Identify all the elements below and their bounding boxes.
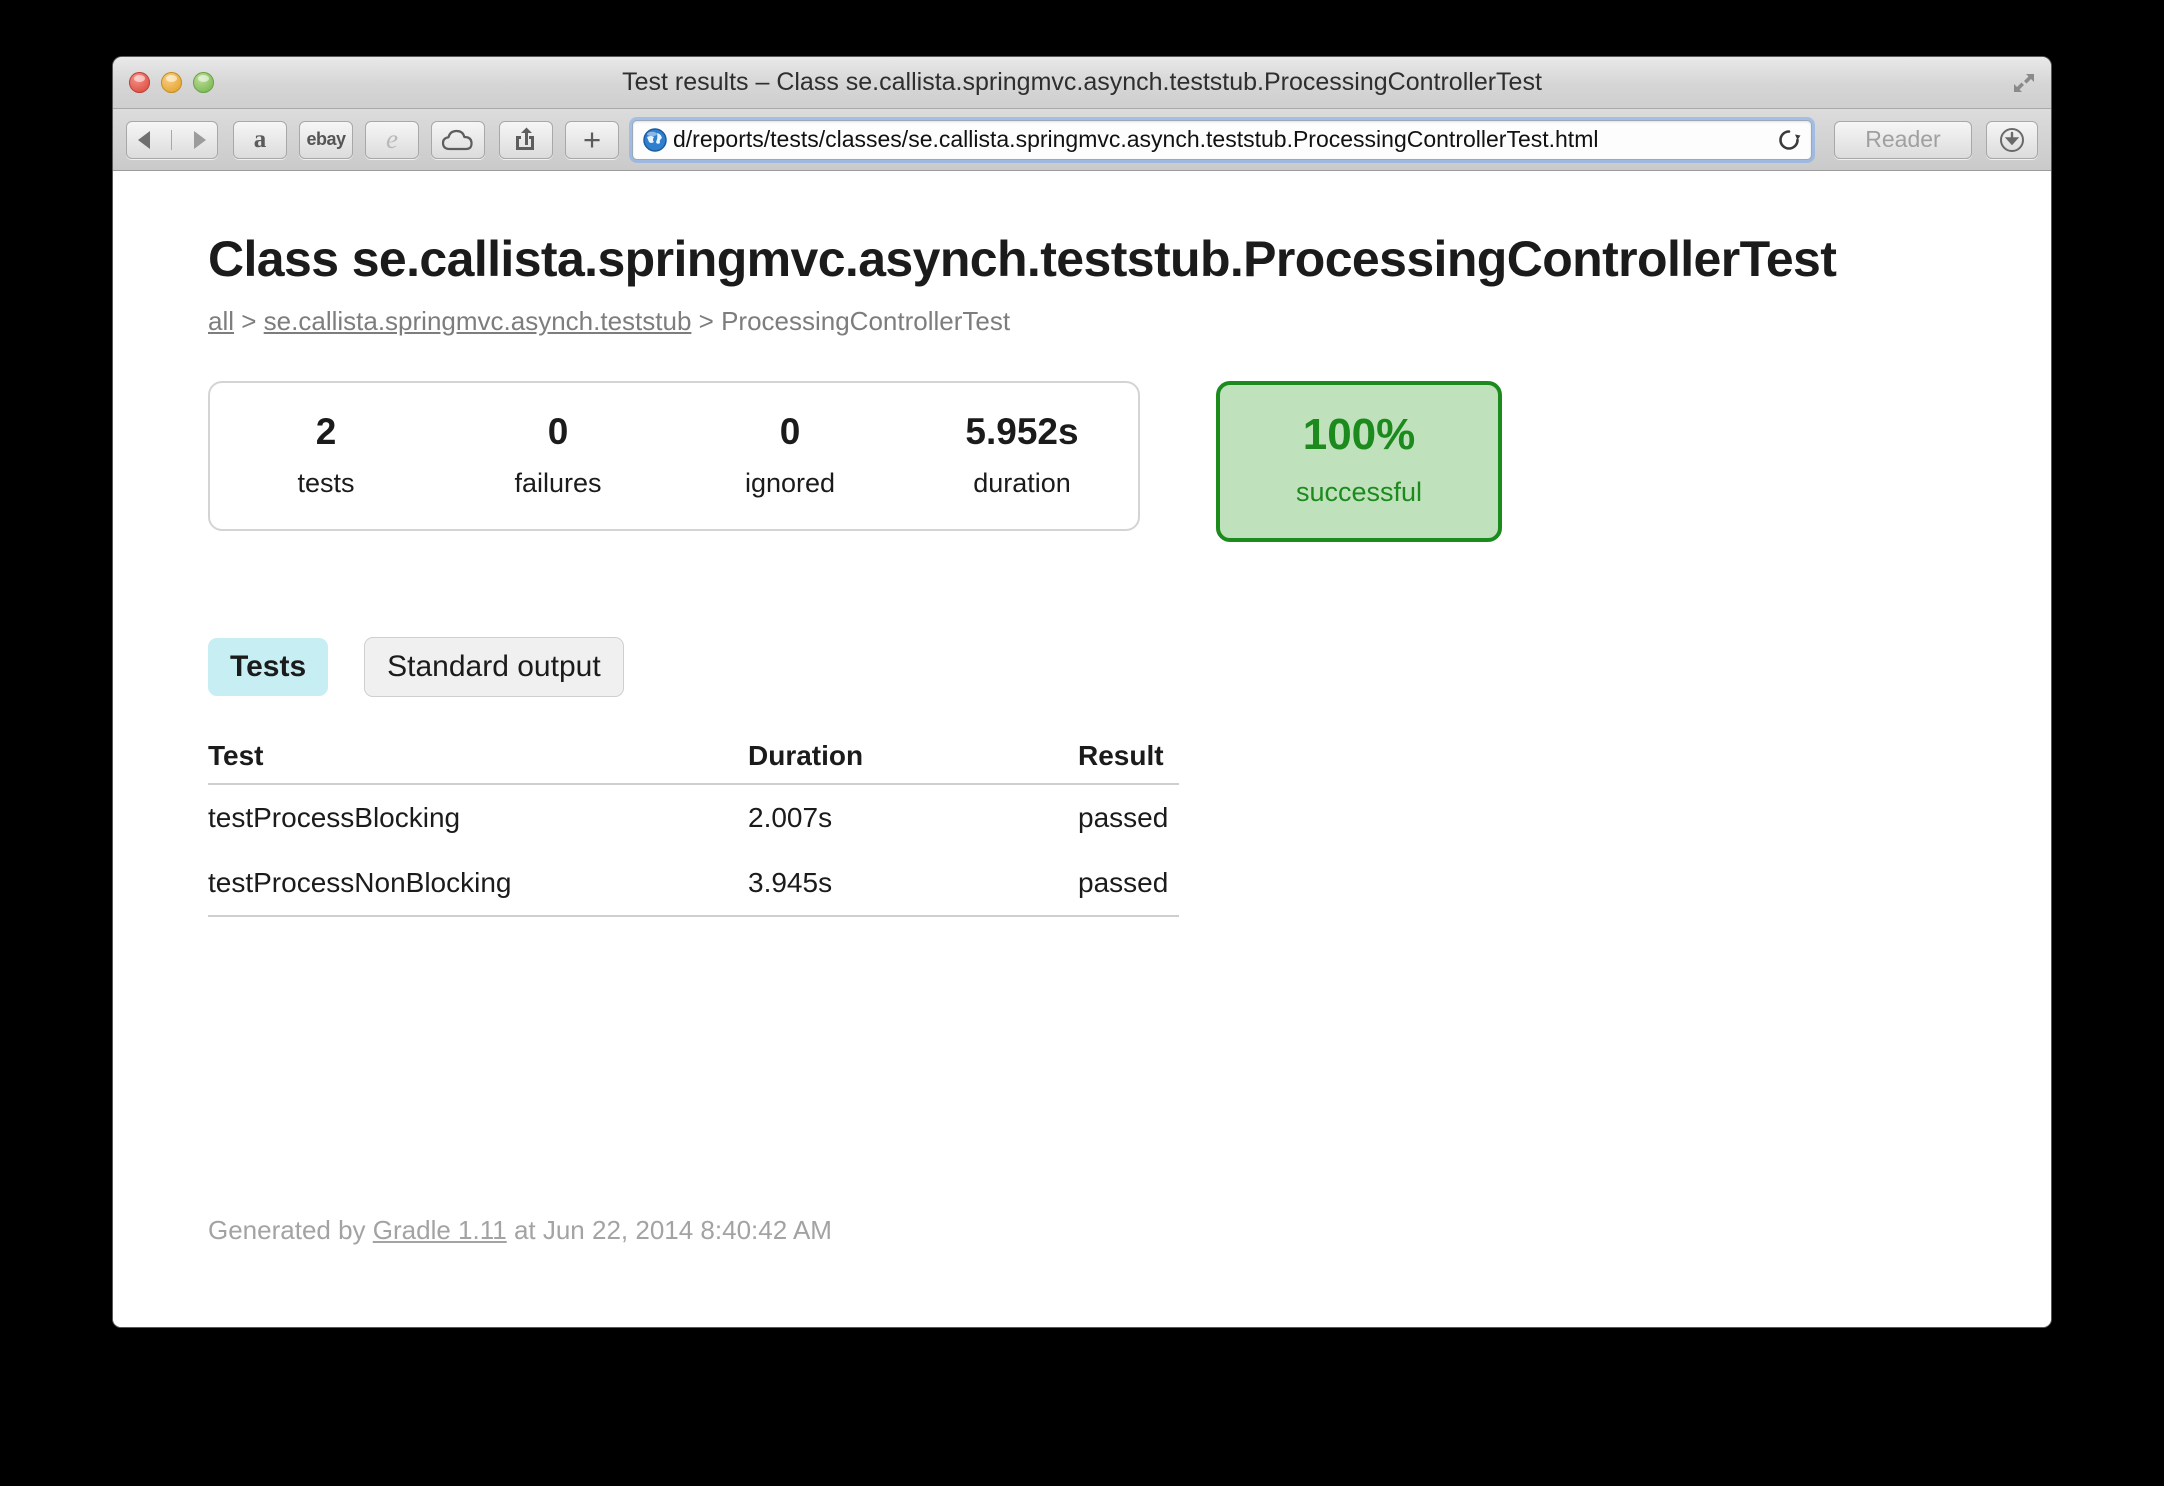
forward-arrow-icon[interactable] [194,130,207,149]
download-icon [2000,127,2024,152]
status-badge: 100% successful [1216,380,1502,542]
page-title: Class se.callista.springmvc.asynch.tests… [208,231,1837,287]
badge-percentage: 100% [1302,409,1416,459]
column-header-result: Result [1078,739,1179,785]
summary-box: 2 tests 0 failures 0 ignored 5.952s dura… [208,380,1140,531]
cell-test-name: testProcessBlocking [208,801,461,833]
summary-label-duration: duration [973,467,1071,498]
bookmark-amazon[interactable]: a [233,120,287,159]
tab-standard-output[interactable]: Standard output [364,636,624,697]
table-header-row: Test Duration Result [208,739,1179,785]
breadcrumb-link-all[interactable]: all [208,306,234,336]
bookmark-icloud[interactable] [431,120,485,159]
table-row: testProcessBlocking 2.007s passed [208,784,1179,850]
share-button[interactable] [499,120,553,159]
summary-cell-duration: 5.952s duration [906,411,1138,499]
tab-bar: Tests Standard output [208,636,2051,697]
summary-label-failures: failures [514,467,602,498]
cell-test-duration: 3.945s [748,849,1078,917]
summary-label-tests: tests [297,467,355,498]
title-bar: Test results – Class se.callista.springm… [113,57,2051,109]
cell-test-duration: 2.007s [748,801,833,833]
summary-value-duration: 5.952s [965,410,1079,452]
table-row: testProcessNonBlocking 3.945s passed [208,849,1179,917]
bookmark-internet-explorer[interactable]: e [365,120,419,159]
bookmark-ebay[interactable]: ebay [299,120,353,159]
badge-label: successful [1295,476,1423,507]
new-tab-button[interactable]: + [565,120,619,159]
back-arrow-icon[interactable] [137,130,150,149]
page-content: Class se.callista.springmvc.asynch.tests… [113,171,2051,1327]
url-text[interactable]: d/reports/tests/classes/se.callista.spri… [673,126,1769,153]
reader-button[interactable]: Reader [1834,120,1972,159]
breadcrumb-current: ProcessingControllerTest [721,305,1011,336]
footer-suffix: at Jun 22, 2014 8:40:42 AM [506,1215,832,1245]
reload-icon[interactable] [1777,128,1801,152]
share-icon [516,127,534,150]
summary-cell-tests: 2 tests [210,411,442,499]
cell-test-result: passed [1078,849,1179,917]
cell-test-name: testProcessNonBlocking [208,849,748,917]
address-bar[interactable]: d/reports/tests/classes/se.callista.spri… [632,119,1812,160]
summary-value-ignored: 0 [779,410,801,452]
summary-value-tests: 2 [315,410,337,452]
summary-value-failures: 0 [547,410,569,452]
tab-tests[interactable]: Tests [208,637,329,696]
nav-divider [171,129,173,150]
breadcrumb-separator-1: > [241,305,257,336]
window-title: Test results – Class se.callista.springm… [622,68,1542,96]
breadcrumb-link-package[interactable]: se.callista.springmvc.asynch.teststub [264,306,692,336]
cell-test-result: passed [1078,801,1169,833]
breadcrumb: all > se.callista.springmvc.asynch.tests… [208,306,2051,337]
column-header-duration: Duration [748,739,1078,785]
breadcrumb-separator-2: > [698,305,714,336]
downloads-button[interactable] [1986,120,2038,159]
footer-gradle-link[interactable]: Gradle 1.11 [373,1215,507,1245]
browser-window: Test results – Class se.callista.springm… [113,57,2051,1327]
expand-arrows-icon[interactable] [2011,70,2037,96]
summary-cell-ignored: 0 ignored [674,411,906,499]
cloud-icon [441,129,473,150]
footer: Generated by Gradle 1.11 at Jun 22, 2014… [208,1215,832,1246]
summary-cell-failures: 0 failures [442,411,674,499]
browser-toolbar: a ebay e + d/reports/tests/classes/se.ca… [113,109,2051,171]
summary-row: 2 tests 0 failures 0 ignored 5.952s dura… [208,380,2051,542]
test-results-table: Test Duration Result testProcessBlocking… [208,739,1179,917]
globe-icon [643,127,667,152]
column-header-test: Test [208,739,748,785]
nav-buttons[interactable] [126,120,218,159]
footer-prefix: Generated by [208,1215,373,1245]
summary-label-ignored: ignored [744,467,836,498]
